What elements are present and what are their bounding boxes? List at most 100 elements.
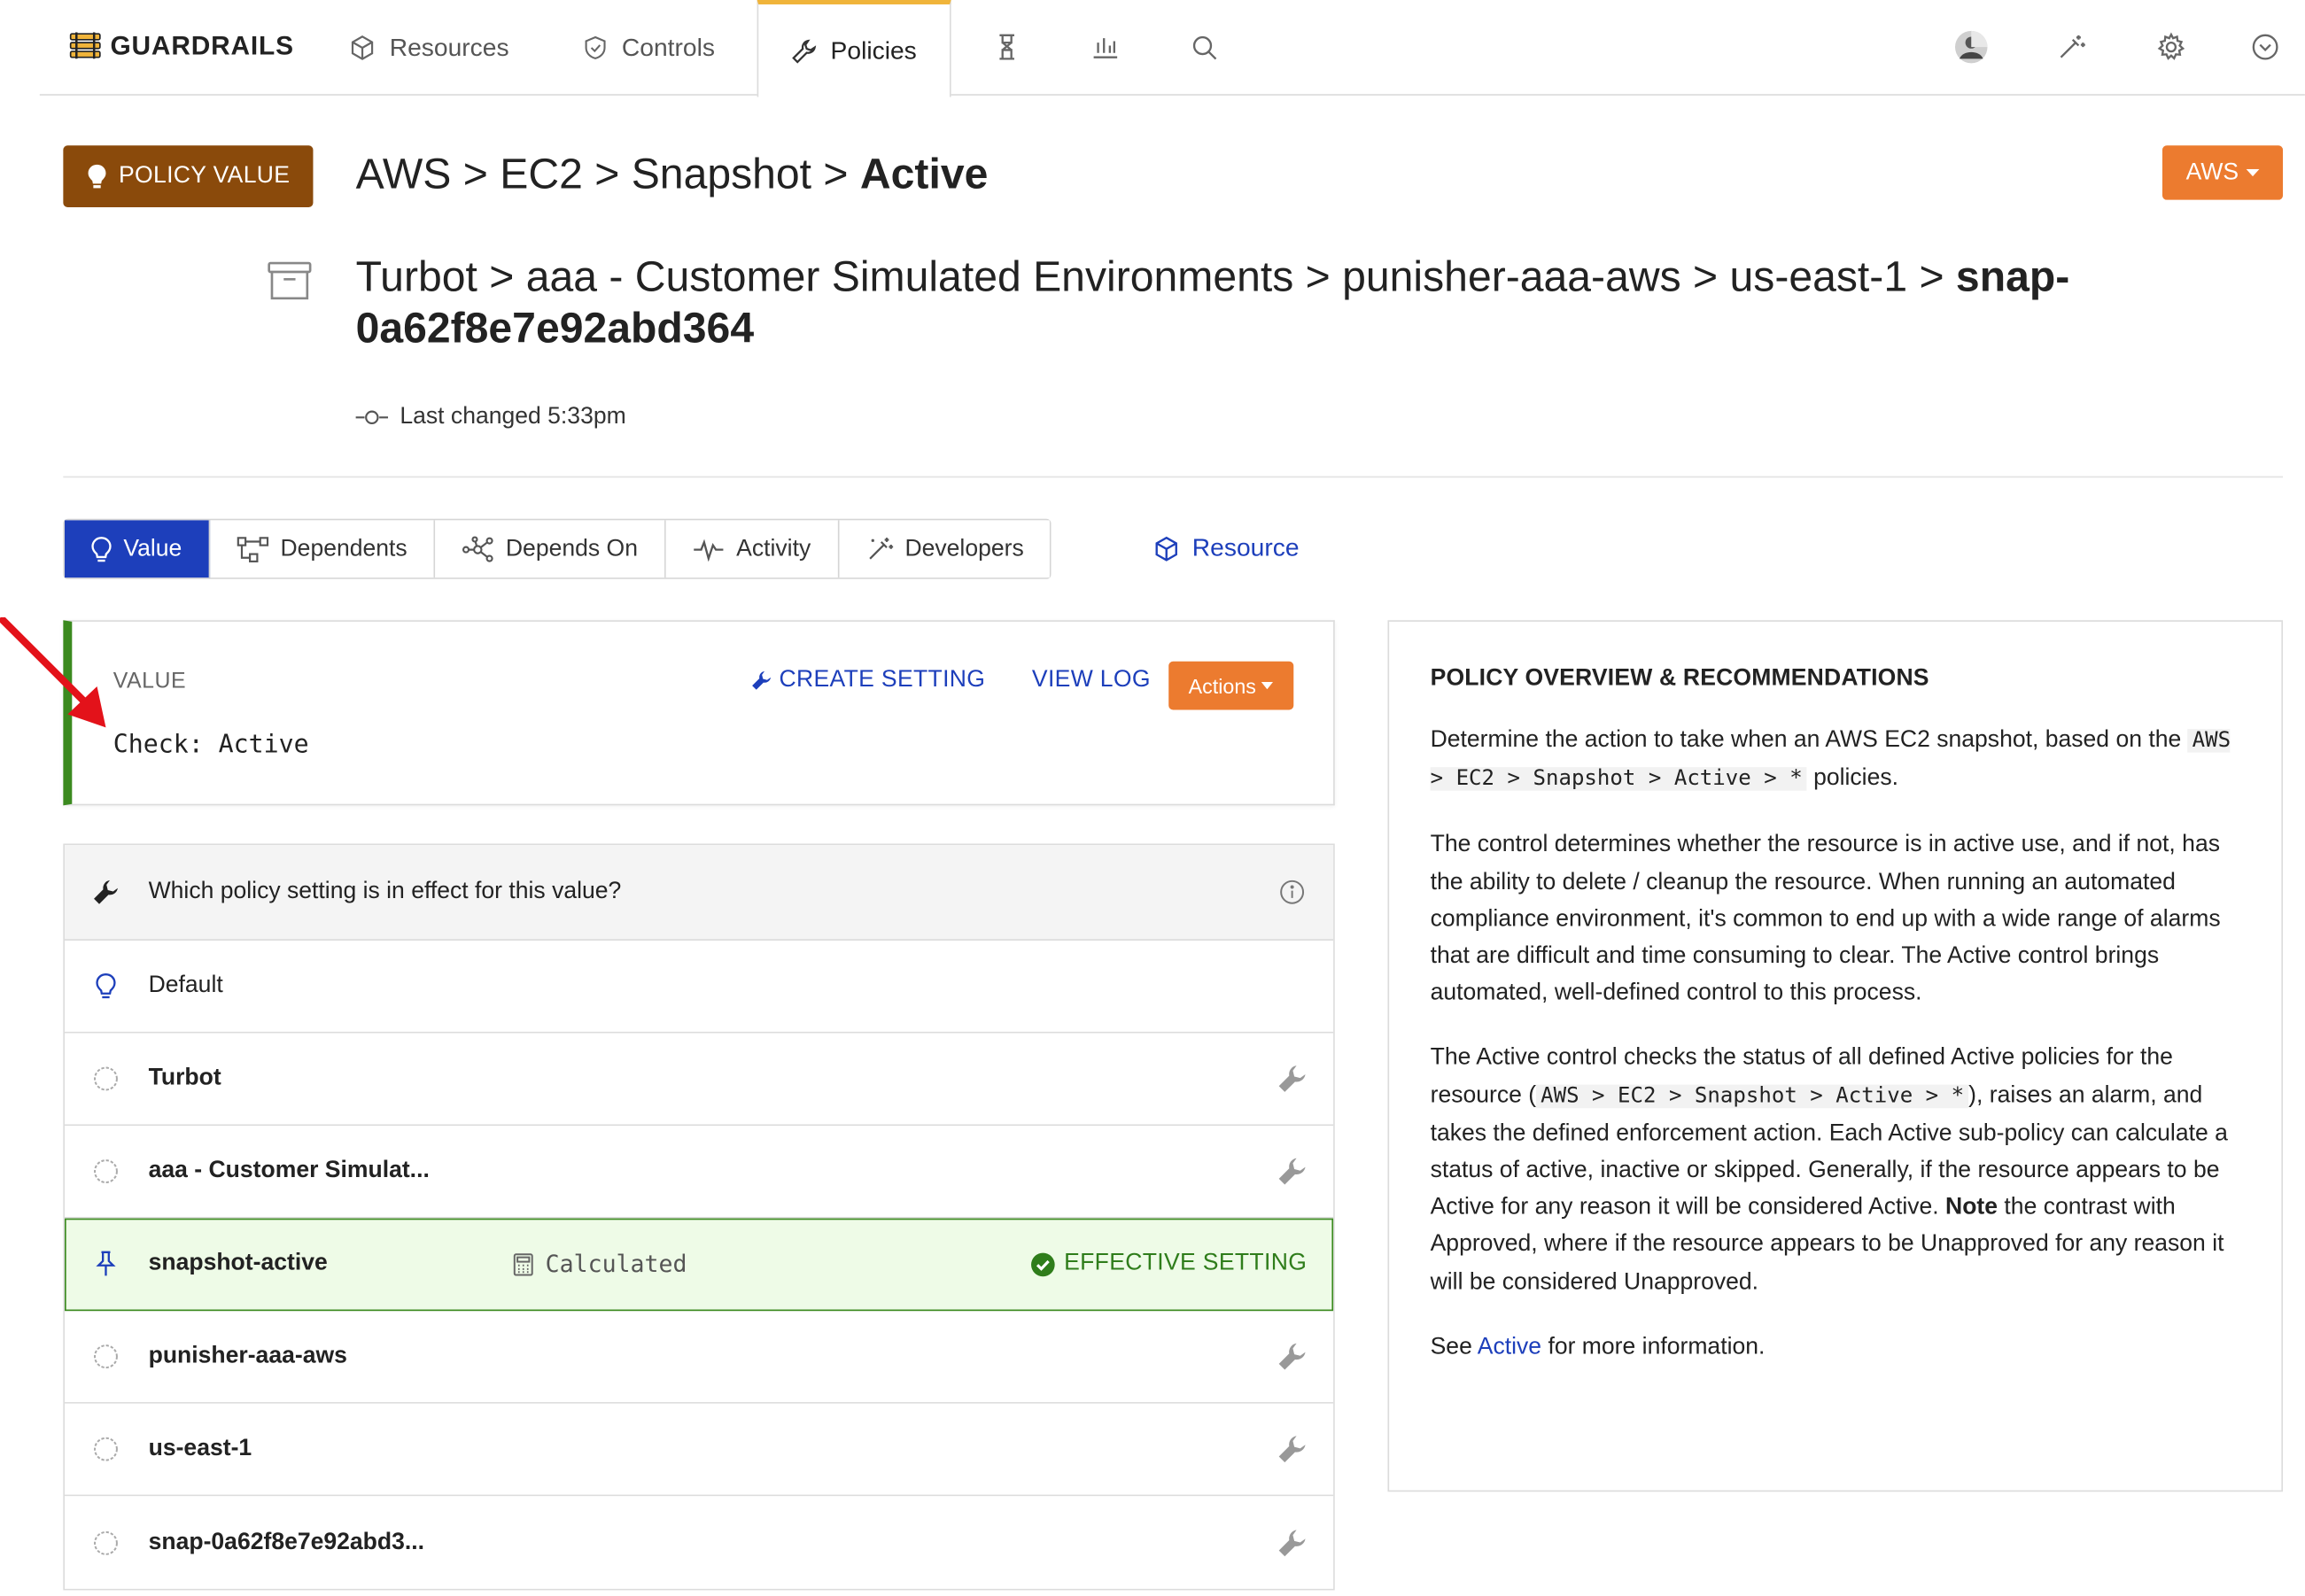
overview-text: for more information. [1541,1334,1766,1360]
tree-icon [237,536,268,562]
tab-value[interactable]: Value [65,520,210,578]
note-label: Note [1945,1195,1998,1220]
check-circle-icon [1030,1251,1055,1276]
brand-name: GUARDRAILS [110,30,294,60]
resource-title: Turbot > aaa - Customer Simulated Enviro… [356,252,2120,355]
lightbulb-icon [93,973,120,1000]
setting-row-snapshot[interactable]: snap-0a62f8e7e92abd3... [65,1496,1334,1589]
setting-label: snapshot-active [148,1251,328,1276]
bar-chart-icon[interactable] [1088,29,1123,65]
nav-resources[interactable]: Resources [348,0,509,96]
wrench-icon[interactable] [1277,1342,1307,1371]
nav-label: Controls [621,33,715,61]
setting-label: us-east-1 [148,1436,252,1461]
gear-icon[interactable] [2154,29,2189,65]
cube-icon [351,35,374,60]
policy-name: Active [859,151,989,199]
resource-path: Turbot > aaa - Customer Simulated Enviro… [355,254,1956,302]
setting-row-us-east-1[interactable]: us-east-1 [65,1403,1334,1497]
setting-row-turbot[interactable]: Turbot [65,1033,1334,1127]
overview-text: See [1430,1334,1478,1360]
nav-policies[interactable]: Policies [757,0,951,97]
empty-circle-icon [93,1065,120,1092]
annotation-arrow [0,616,106,728]
cube-icon [1155,535,1177,561]
chevron-circle-icon[interactable] [2247,29,2283,65]
setting-row-punisher[interactable]: punisher-aaa-aws [65,1311,1334,1404]
setting-label: Default [148,972,223,998]
nav-label: Resources [389,33,509,61]
flask-icon[interactable] [990,29,1025,65]
setting-row-aaa[interactable]: aaa - Customer Simulat... [65,1126,1334,1219]
pin-icon [93,1251,120,1277]
tab-label: Dependents [280,535,407,562]
active-policy-link[interactable]: Active [1478,1334,1541,1359]
policy-value-badge: POLICY VALUE [63,145,314,207]
caret-down-icon [1261,681,1274,690]
tab-label: Value [123,535,182,562]
empty-circle-icon [93,1344,120,1370]
magic-wand-icon[interactable] [2053,29,2089,65]
effective-setting-badge: EFFECTIVE SETTING [1030,1251,1307,1277]
overview-paragraph-3: The Active control checks the status of … [1431,1040,2240,1300]
policy-settings-list: Which policy setting is in effect for th… [63,843,1335,1591]
tab-activity[interactable]: Activity [665,520,839,578]
last-changed-text: Last changed 5:33pm [400,404,626,430]
setting-row-snapshot-active[interactable]: snapshot-active Calculated EFFECTIVE SET… [65,1218,1334,1312]
avatar[interactable] [1953,29,1989,65]
nav-controls[interactable]: Controls [582,0,715,96]
top-nav: GUARDRAILS Resources Controls Policies [39,0,2305,97]
tab-dependents[interactable]: Dependents [209,520,436,578]
resource-link[interactable]: Resource [1152,533,1300,562]
tab-depends-on[interactable]: Depends On [435,520,666,578]
tab-developers[interactable]: Developers [838,520,1051,578]
guardrails-logo-icon [69,32,101,59]
brand-logo[interactable]: GUARDRAILS [69,27,294,65]
effective-label: EFFECTIVE SETTING [1064,1251,1308,1276]
overview-paragraph-1: Determine the action to take when an AWS… [1430,722,2240,799]
wrench-icon[interactable] [1277,1528,1307,1557]
overview-text: policies. [1806,765,1898,792]
actions-label: Actions [1188,673,1256,698]
settings-question-header: Which policy setting is in effect for th… [65,845,1334,941]
policy-tabs: Value Dependents Depends On Activity Dev… [63,518,1052,579]
policy-path-code: AWS > EC2 > Snapshot > Active > * [1536,1084,1969,1108]
create-setting-label: CREATE SETTING [779,667,986,693]
resource-link-label: Resource [1191,533,1300,562]
lightbulb-icon [88,164,106,189]
wrench-icon [792,38,817,63]
settings-question: Which policy setting is in effect for th… [148,879,622,904]
wrench-icon[interactable] [1277,1157,1307,1186]
last-changed: Last changed 5:33pm [355,404,626,430]
archive-icon [266,259,313,303]
pulse-icon [694,538,724,562]
network-icon [462,535,493,562]
tab-label: Activity [736,535,811,562]
policy-title: AWS > EC2 > Snapshot > Active [356,151,989,200]
wrench-icon [93,879,120,905]
info-icon[interactable] [1279,879,1306,905]
setting-label: punisher-aaa-aws [148,1343,347,1368]
aws-label: AWS [2185,159,2239,185]
wrench-icon[interactable] [1277,1064,1307,1093]
overview-text: Determine the action to take when an AWS… [1430,727,2188,753]
actions-dropdown-button[interactable]: Actions [1168,661,1294,710]
value-card: VALUE Check: Active CREATE SETTING VIEW … [63,620,1335,806]
calculator-icon [513,1252,533,1275]
setting-row-default[interactable]: Default [65,941,1334,1034]
empty-circle-icon [93,1530,120,1556]
badge-label: POLICY VALUE [118,163,291,189]
wrench-icon[interactable] [1277,1435,1307,1464]
search-icon[interactable] [1186,29,1222,65]
setting-label: snap-0a62f8e7e92abd3... [148,1529,425,1554]
lightbulb-icon [91,536,112,562]
calculated-indicator: Calculated [513,1250,687,1278]
magic-wand-icon [868,538,893,560]
tab-label: Developers [904,535,1024,562]
aws-dropdown-button[interactable]: AWS [2161,145,2284,200]
shield-icon [585,35,606,59]
overview-paragraph-2: The control determines whether the resou… [1430,832,2221,1006]
create-setting-button[interactable]: CREATE SETTING [751,667,985,693]
empty-circle-icon [93,1158,120,1185]
view-log-button[interactable]: VIEW LOG [1032,667,1151,693]
